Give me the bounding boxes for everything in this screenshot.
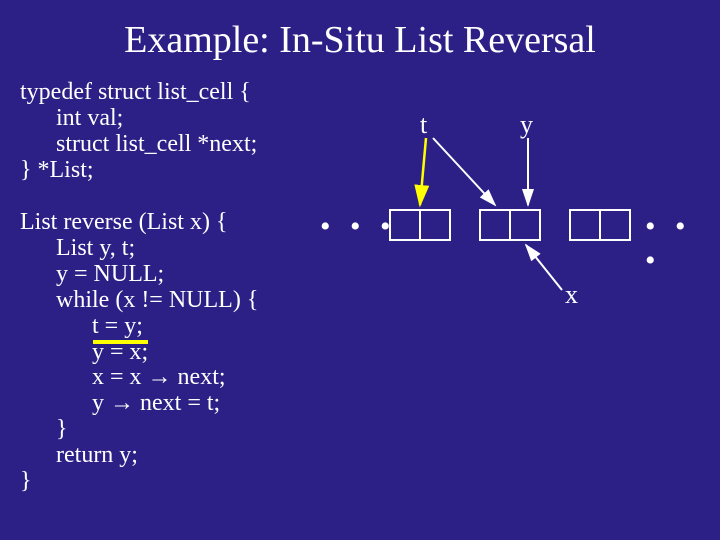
function-definition: List reverse (List x) { List y, t; y = N… [20,210,258,495]
code-line: return y; [20,442,138,468]
code-line: y → next = t; [20,390,220,416]
pointer-label-t: t [420,110,427,140]
code-line: typedef struct list_cell { [20,79,251,105]
arrow-t-old [433,138,495,205]
pointer-label-y: y [520,110,533,140]
code-line: y = NULL; [20,261,164,287]
list-cell [480,210,540,240]
code-line: int val; [20,105,123,131]
highlight-underline [93,340,148,344]
code-line: struct list_cell *next; [20,131,257,157]
arrow-x [526,245,562,290]
page-title: Example: In-Situ List Reversal [0,0,720,72]
code-line: while (x != NULL) { [20,287,258,313]
pointer-label-x: x [565,280,578,310]
list-diagram: t y x • • • • • • [330,100,710,340]
code-line: } *List; [20,157,94,183]
dots-left: • • • [320,210,397,244]
struct-definition: typedef struct list_cell { int val; stru… [20,80,257,184]
arrow-t [420,138,426,205]
code-line: } [20,416,68,442]
code-line: t = y; [20,313,143,339]
code-line: x = x → next; [20,364,226,390]
list-cell [570,210,630,240]
code-line: } [20,468,32,494]
code-line: List reverse (List x) { [20,209,227,235]
list-cell [390,210,450,240]
dots-right: • • • [645,210,710,278]
code-line: List y, t; [20,235,135,261]
